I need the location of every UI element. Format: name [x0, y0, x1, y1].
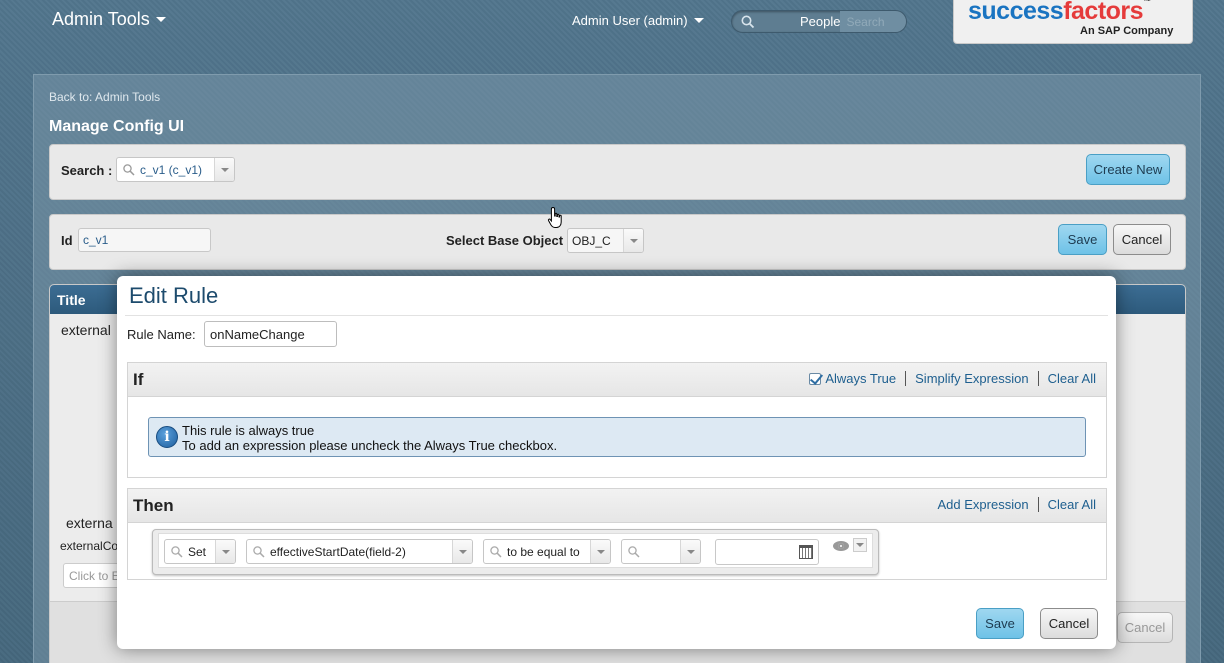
then-section-actions: Add Expression Clear All	[938, 497, 1096, 512]
people-search-input[interactable]	[840, 11, 906, 32]
divider	[905, 371, 907, 386]
logo-wordmark: successfactors™	[968, 0, 1151, 26]
search-icon	[627, 545, 641, 559]
people-scope-label[interactable]: People	[800, 14, 840, 29]
then-section-header: Then Add Expression Clear All	[128, 489, 1106, 523]
chevron-down-icon[interactable]	[215, 540, 235, 563]
edit-rule-dialog: Edit Rule Rule Name: If Always True Simp…	[117, 276, 1116, 649]
date-field[interactable]	[715, 539, 819, 565]
save-button[interactable]: Save	[1058, 224, 1107, 255]
cancel-button[interactable]: Cancel	[1117, 612, 1173, 643]
if-section-header: If Always True Simplify Expression Clear…	[128, 363, 1106, 397]
cancel-button[interactable]: Cancel	[1113, 224, 1171, 255]
config-search-combo[interactable]: c_v1 (c_v1)	[116, 157, 235, 182]
divider	[1037, 497, 1039, 512]
always-true-checkbox[interactable]	[809, 372, 822, 385]
value-type-select[interactable]	[621, 539, 701, 564]
chevron-down-icon	[155, 17, 166, 22]
hand-cursor-icon	[547, 206, 562, 228]
then-section-title: Then	[133, 496, 174, 515]
search-icon	[170, 545, 184, 559]
id-label: Id	[61, 233, 73, 248]
eye-icon[interactable]	[833, 541, 849, 551]
divider	[125, 315, 1108, 316]
config-search-bar: Search : c_v1 (c_v1) Create New	[49, 144, 1186, 200]
rule-name-label: Rule Name:	[127, 327, 196, 342]
top-bar: Admin Tools Admin User (admin) People su…	[0, 0, 1224, 50]
if-section-title: If	[133, 370, 144, 389]
dialog-cancel-button[interactable]: Cancel	[1040, 608, 1098, 639]
admin-tools-label: Admin Tools	[52, 9, 150, 29]
if-section-actions: Always True Simplify Expression Clear Al…	[809, 371, 1096, 386]
search-icon	[489, 545, 503, 559]
chevron-down-icon[interactable]	[680, 540, 700, 563]
field-select[interactable]: effectiveStartDate(field-2)	[246, 539, 473, 564]
info-message-line: This rule is always true	[182, 423, 315, 438]
action-select[interactable]: Set	[164, 539, 236, 564]
base-object-value: OBJ_C	[572, 233, 611, 248]
base-object-select[interactable]: OBJ_C	[567, 228, 644, 253]
calendar-icon[interactable]	[799, 545, 813, 559]
info-message-line: To add an expression please uncheck the …	[182, 438, 558, 453]
create-new-button[interactable]: Create New	[1086, 154, 1170, 185]
table-cell: externa	[66, 515, 113, 531]
search-icon	[122, 163, 136, 177]
always-true-label[interactable]: Always True	[825, 371, 896, 386]
config-id-bar: Id Select Base Object OBJ_C Save Cancel	[49, 214, 1186, 270]
logo-tagline: An SAP Company	[1080, 25, 1174, 37]
people-search: People	[731, 10, 907, 33]
info-message: i This rule is always true To add an exp…	[148, 417, 1086, 457]
divider	[1037, 371, 1039, 386]
chevron-down-icon[interactable]	[590, 540, 610, 563]
user-menu-label: Admin User (admin)	[572, 13, 688, 28]
rule-name-field[interactable]	[204, 321, 337, 347]
chevron-down-icon[interactable]	[214, 158, 234, 181]
chevron-down-icon[interactable]	[853, 538, 867, 552]
add-expression-link[interactable]: Add Expression	[938, 497, 1029, 512]
successfactors-logo: successfactors™ An SAP Company	[953, 0, 1193, 44]
search-label: Search :	[61, 163, 113, 178]
clear-all-link[interactable]: Clear All	[1048, 371, 1096, 386]
page-title: Manage Config UI	[49, 118, 185, 135]
table-cell: externalCo	[60, 539, 119, 553]
operator-select[interactable]: to be equal to	[483, 539, 611, 564]
back-link[interactable]: Back to: Admin Tools	[49, 90, 160, 104]
id-field[interactable]	[78, 228, 211, 252]
base-object-label: Select Base Object	[446, 233, 564, 248]
search-icon	[252, 545, 266, 559]
config-search-value: c_v1 (c_v1)	[140, 162, 203, 177]
if-section: If Always True Simplify Expression Clear…	[127, 362, 1107, 478]
chevron-down-icon[interactable]	[623, 229, 643, 252]
operator-value: to be equal to	[507, 544, 580, 559]
chevron-down-icon	[693, 18, 704, 23]
then-section: Then Add Expression Clear All Set effect…	[127, 488, 1107, 580]
expression-row: Set effectiveStartDate(field-2) to be eq…	[152, 529, 879, 575]
info-icon: i	[156, 426, 178, 448]
user-menu[interactable]: Admin User (admin)	[572, 13, 704, 28]
dialog-save-button[interactable]: Save	[976, 608, 1024, 639]
table-cell: external	[61, 322, 111, 338]
action-value: Set	[188, 544, 207, 559]
field-value: effectiveStartDate(field-2)	[270, 544, 406, 559]
dialog-title: Edit Rule	[129, 283, 219, 308]
clear-all-link[interactable]: Clear All	[1048, 497, 1096, 512]
logo-wordmark-b: factors	[1063, 0, 1144, 25]
chevron-down-icon[interactable]	[452, 540, 472, 563]
search-icon[interactable]	[740, 14, 756, 30]
simplify-expression-link[interactable]: Simplify Expression	[915, 371, 1028, 386]
admin-tools-menu[interactable]: Admin Tools	[52, 9, 166, 30]
